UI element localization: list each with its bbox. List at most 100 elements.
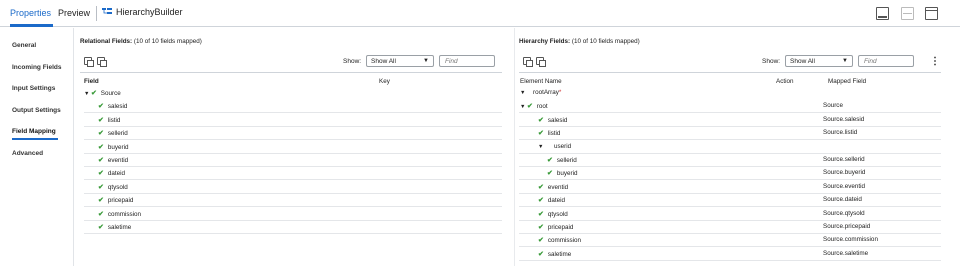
- expand-triangle-icon[interactable]: ▼: [520, 90, 527, 96]
- row-divider: [519, 233, 941, 234]
- hierarchy-row[interactable]: ✔ eventid: [520, 183, 568, 191]
- hierarchy-row[interactable]: ✔ saletime: [520, 250, 571, 258]
- row-divider: [84, 166, 502, 167]
- collapse-all-icon[interactable]: [97, 57, 107, 67]
- relational-show-select[interactable]: Show All ▼: [366, 55, 434, 67]
- check-icon: ✔: [98, 183, 106, 191]
- hierarchy-row[interactable]: ✔ listid: [520, 129, 560, 137]
- column-header-element-name: Element Name: [520, 78, 562, 85]
- check-icon: ✔: [538, 237, 546, 245]
- relational-row[interactable]: ✔ pricepaid: [84, 196, 133, 204]
- row-divider: [519, 112, 941, 114]
- hierarchy-row[interactable]: ✔ sellerid: [520, 156, 577, 164]
- row-divider: [519, 125, 941, 127]
- element-name: root: [536, 103, 548, 111]
- row-divider: [519, 152, 941, 154]
- row-divider: [519, 139, 941, 141]
- row-divider: [84, 179, 502, 181]
- sidebar-item-advanced[interactable]: Advanced: [12, 150, 43, 157]
- sidebar-item-general[interactable]: General: [12, 42, 36, 49]
- chevron-down-icon: ▼: [842, 58, 848, 64]
- expand-all-icon[interactable]: [523, 57, 533, 67]
- check-icon: ✔: [98, 170, 106, 178]
- relational-row[interactable]: ✔ eventid: [84, 156, 128, 164]
- divider: [519, 72, 941, 73]
- chevron-down-icon: ▼: [423, 58, 429, 64]
- hierarchy-row[interactable]: ▼ userid: [520, 143, 571, 150]
- sidebar-item-incoming-fields[interactable]: Incoming Fields: [12, 64, 61, 71]
- column-header-action: Action: [776, 78, 794, 85]
- row-divider: [84, 112, 502, 114]
- hierarchy-row[interactable]: ✔ pricepaid: [520, 223, 573, 231]
- required-marker: *: [558, 89, 562, 96]
- tab-preview[interactable]: Preview: [58, 8, 90, 18]
- sidebar-item-input-settings[interactable]: Input Settings: [12, 85, 55, 92]
- panel-bottom-icon[interactable]: [876, 7, 889, 20]
- hierarchy-show-select[interactable]: Show All ▼: [785, 55, 853, 67]
- component-title: HierarchyBuilder: [116, 7, 183, 17]
- field-name: listid: [107, 116, 121, 124]
- sidebar-item-output-settings[interactable]: Output Settings: [12, 107, 61, 114]
- panel-maximize-icon[interactable]: [925, 7, 938, 20]
- relational-row[interactable]: ✔ listid: [84, 116, 120, 124]
- top-bar: Properties Preview HierarchyBuilder: [0, 0, 960, 27]
- tab-properties[interactable]: Properties: [10, 8, 51, 18]
- mapped-field: Source.dateid: [823, 196, 862, 204]
- hierarchy-row[interactable]: ✔ qtysold: [520, 210, 568, 218]
- row-divider: [84, 152, 502, 154]
- relational-show-label: Show:: [343, 58, 362, 65]
- hierarchy-find-input[interactable]: Find: [858, 55, 914, 67]
- hierarchy-row[interactable]: ▼ ✔ root: [520, 102, 548, 110]
- panel-split-icon[interactable]: [901, 7, 914, 20]
- hierarchy-row[interactable]: ✔ buyerid: [520, 169, 577, 177]
- check-icon: ✔: [538, 224, 546, 231]
- relational-row[interactable]: ▼ ✔ Source: [84, 89, 121, 97]
- field-name: qtysold: [107, 183, 128, 191]
- check-icon: ✔: [538, 197, 546, 205]
- expand-all-icon[interactable]: [84, 57, 94, 67]
- relational-row[interactable]: ✔ qtysold: [84, 183, 128, 191]
- mapped-field: Source.eventid: [823, 182, 866, 190]
- relational-row[interactable]: ✔ buyerid: [84, 143, 128, 151]
- relational-row[interactable]: ✔ dateid: [84, 169, 125, 177]
- hierarchy-row[interactable]: ✔ commission: [520, 236, 581, 244]
- check-icon: ✔: [98, 157, 106, 164]
- expand-triangle-icon[interactable]: ▼: [520, 104, 527, 110]
- relational-fields-header: Relational Fields: (10 of 10 fields mapp…: [80, 38, 202, 45]
- more-options-icon[interactable]: ⋮: [930, 56, 940, 67]
- row-divider: [519, 246, 941, 248]
- field-name: sellerid: [107, 130, 128, 138]
- hierarchy-builder-icon: [102, 8, 112, 14]
- mapped-field: Source: [823, 102, 843, 110]
- mapped-field: Source.qtysold: [823, 209, 865, 217]
- mapped-field: Source.saletime: [823, 249, 869, 257]
- hierarchy-row[interactable]: ▼ rootArray*: [520, 89, 561, 96]
- hierarchy-fields-summary: (10 of 10 fields mapped): [571, 38, 640, 45]
- relational-row[interactable]: ✔ commission: [84, 210, 141, 218]
- row-divider: [519, 206, 941, 208]
- relational-row[interactable]: ✔ salesid: [84, 102, 127, 110]
- element-name: rootArray: [532, 89, 559, 96]
- sidebar-item-field-mapping[interactable]: Field Mapping: [12, 128, 56, 135]
- element-name: saletime: [547, 250, 572, 258]
- element-name: pricepaid: [547, 224, 574, 231]
- relational-row[interactable]: ✔ sellerid: [84, 129, 128, 137]
- hierarchy-row[interactable]: ✔ dateid: [520, 196, 565, 204]
- relational-find-input[interactable]: Find: [439, 55, 495, 67]
- field-name: commission: [107, 210, 142, 218]
- element-name: commission: [547, 237, 582, 245]
- row-divider: [519, 179, 941, 181]
- mapped-field: Source.pricepaid: [823, 223, 871, 230]
- column-header-key: Key: [379, 78, 390, 85]
- relational-row[interactable]: ✔ saletime: [84, 223, 131, 231]
- check-icon: ✔: [547, 170, 555, 178]
- breadcrumb: HierarchyBuilder: [102, 7, 183, 17]
- collapse-all-icon[interactable]: [536, 57, 546, 67]
- check-icon: ✔: [98, 197, 106, 205]
- field-name: eventid: [107, 157, 129, 164]
- expand-triangle-icon[interactable]: ▼: [84, 91, 91, 97]
- hierarchy-row[interactable]: ✔ salesid: [520, 116, 567, 124]
- row-divider: [519, 166, 941, 167]
- check-icon: ✔: [538, 130, 546, 138]
- expand-triangle-icon[interactable]: ▼: [538, 144, 545, 150]
